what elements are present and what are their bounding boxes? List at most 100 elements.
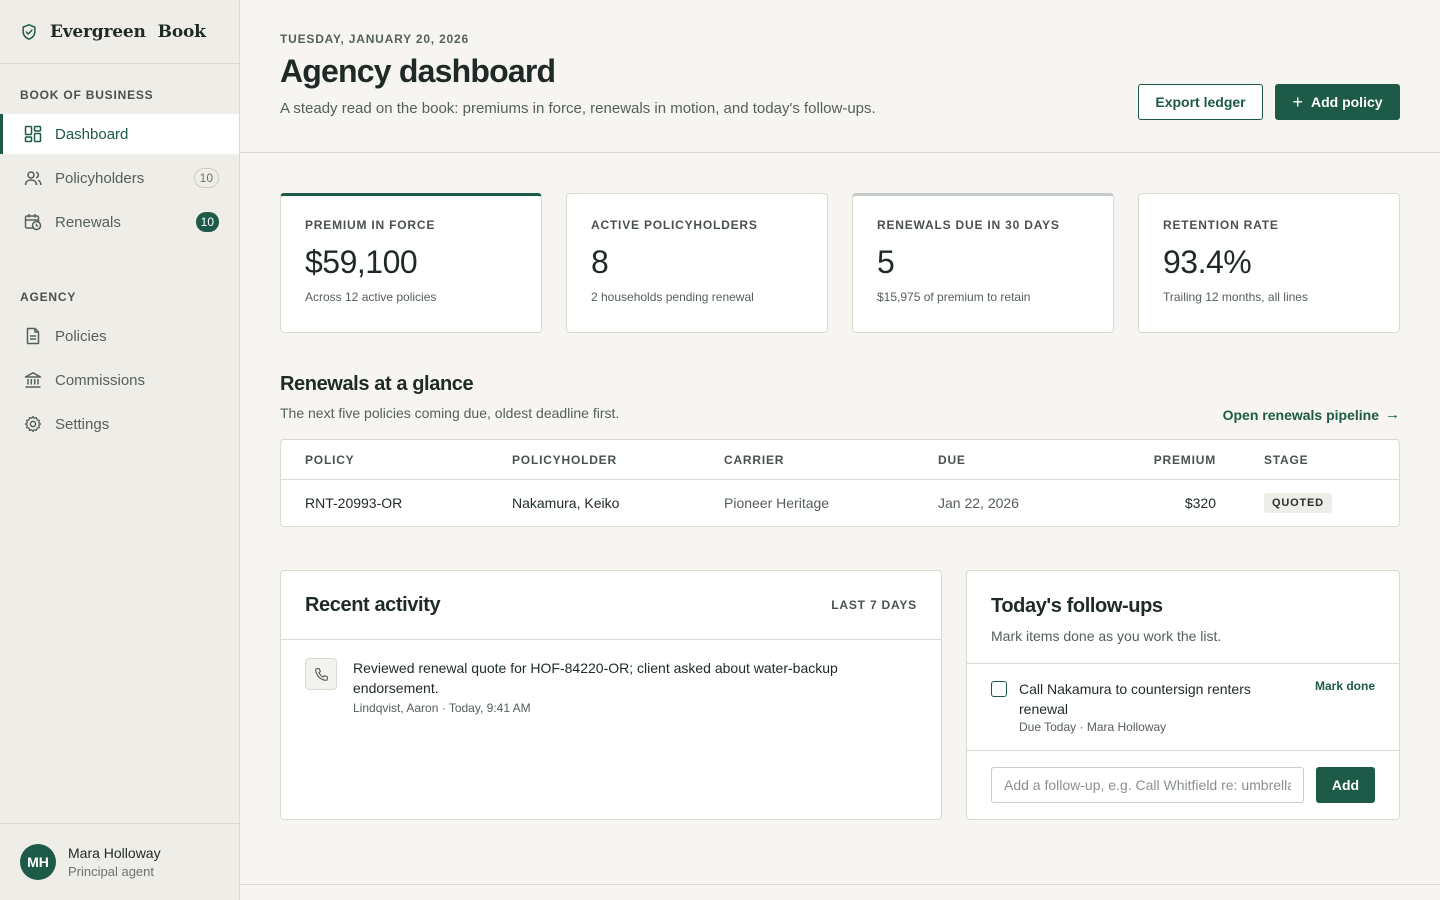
main-content: TUESDAY, JANUARY 20, 2026 Agency dashboa… [240, 0, 1440, 900]
cell-stage: QUOTED [1216, 493, 1352, 513]
sidebar-item-policyholders[interactable]: Policyholders 10 [0, 158, 239, 198]
shield-icon [20, 22, 40, 42]
users-icon [24, 169, 42, 187]
cell-premium: $320 [1184, 495, 1216, 511]
page-header: TUESDAY, JANUARY 20, 2026 Agency dashboa… [240, 0, 1440, 153]
activity-title: Recent activity [305, 593, 441, 616]
calendar-clock-icon [24, 213, 42, 231]
kpi-note: 2 households pending renewal [591, 290, 754, 304]
followup-add-row: Add [967, 751, 1399, 819]
user-role: Principal agent [68, 864, 154, 879]
followup-body: Call Nakamura to countersign renters ren… [1019, 679, 1287, 750]
brand-name-first: Evergreen [50, 21, 146, 42]
kpi-active-policyholders: ACTIVE POLICYHOLDERS 8 2 households pend… [566, 193, 828, 333]
open-renewals-pipeline-link[interactable]: Open renewals pipeline → [1223, 406, 1400, 423]
date-line: TUESDAY, JANUARY 20, 2026 [280, 32, 469, 46]
kpi-renewals-due: RENEWALS DUE IN 30 DAYS 5 $15,975 of pre… [852, 193, 1114, 333]
sidebar-item-commissions[interactable]: Commissions [0, 360, 239, 400]
sidebar-item-label: Renewals [55, 213, 121, 231]
sidebar-item-label: Commissions [55, 371, 146, 389]
column-header-carrier[interactable]: CARRIER [724, 453, 938, 467]
kpi-value: 8 [591, 244, 609, 280]
cell-carrier: Pioneer Heritage [724, 495, 830, 511]
renewals-section: Renewals at a glance The next five polic… [280, 373, 1400, 527]
cell-policy: RNT-20993-OR [305, 495, 403, 511]
user-info: Mara Holloway Principal agent [68, 845, 161, 879]
kpi-row: PREMIUM IN FORCE $59,100 Across 12 activ… [280, 193, 1400, 333]
renewals-table: POLICY POLICYHOLDER CARRIER DUE PREMIUM … [280, 439, 1400, 527]
gear-icon [24, 415, 42, 433]
dashboard-icon [24, 125, 42, 143]
activity-range[interactable]: LAST 7 DAYS [831, 598, 917, 612]
kpi-value: 93.4% [1163, 244, 1252, 280]
cell-policyholder: Nakamura, Keiko [512, 495, 620, 511]
sidebar-item-renewals[interactable]: Renewals 10 [0, 202, 239, 242]
sidebar-item-policies[interactable]: Policies [0, 316, 239, 356]
sidebar-item-label: Dashboard [55, 125, 129, 143]
kpi-label: ACTIVE POLICYHOLDERS [591, 218, 758, 232]
nav-section-agency: AGENCY Policies Commissions Settings [0, 246, 239, 444]
column-header-policyholder[interactable]: POLICYHOLDER [512, 453, 724, 467]
document-icon [24, 327, 42, 345]
nav-heading-agency: AGENCY [20, 290, 77, 304]
followups-card: Today's follow-ups Mark items done as yo… [966, 570, 1400, 820]
add-policy-label: Add policy [1310, 94, 1383, 110]
mark-done-button[interactable]: Mark done [1315, 679, 1375, 693]
followups-subtitle: Mark items done as you work the list. [991, 628, 1222, 644]
sidebar-item-label: Settings [55, 415, 110, 433]
kpi-label: RENEWALS DUE IN 30 DAYS [877, 218, 1060, 232]
sidebar-item-settings[interactable]: Settings [0, 404, 239, 444]
add-followup-button[interactable]: Add [1316, 767, 1375, 803]
pipeline-link-label: Open renewals pipeline [1222, 406, 1379, 423]
column-header-policy[interactable]: POLICY [305, 453, 512, 467]
header-actions: Export ledger + Add policy [1138, 84, 1400, 120]
footer-divider [240, 884, 1440, 885]
stage-badge: QUOTED [1264, 493, 1332, 513]
followup-input[interactable] [991, 767, 1304, 803]
bank-icon [24, 371, 42, 389]
renewals-title: Renewals at a glance [280, 373, 474, 395]
column-header-stage[interactable]: STAGE [1216, 453, 1352, 467]
table-row[interactable]: RNT-20993-OR Nakamura, Keiko Pioneer Her… [281, 480, 1399, 526]
kpi-retention-rate: RETENTION RATE 93.4% Trailing 12 months,… [1138, 193, 1400, 333]
table-header: POLICY POLICYHOLDER CARRIER DUE PREMIUM … [281, 440, 1399, 480]
cell-due: Jan 22, 2026 [938, 495, 1019, 511]
sidebar-item-dashboard[interactable]: Dashboard [0, 114, 239, 154]
kpi-label: PREMIUM IN FORCE [305, 218, 436, 232]
kpi-value: $59,100 [305, 244, 418, 280]
brand[interactable]: Evergreen Book [0, 0, 239, 64]
add-policy-button[interactable]: + Add policy [1275, 84, 1400, 120]
activity-body: Reviewed renewal quote for HOF-84220-OR;… [353, 658, 883, 715]
count-badge: 10 [193, 168, 219, 188]
kpi-value: 5 [877, 244, 895, 280]
kpi-note: Across 12 active policies [305, 290, 437, 304]
sidebar-item-label: Policyholders [55, 169, 145, 187]
nav-section-book: BOOK OF BUSINESS Dashboard Policyholders… [0, 64, 239, 242]
followups-header: Today's follow-ups Mark items done as yo… [967, 571, 1399, 664]
kpi-note: $15,975 of premium to retain [877, 290, 1031, 304]
followups-title: Today's follow-ups [991, 595, 1163, 617]
user-name: Mara Holloway [68, 845, 161, 861]
sidebar-item-label: Policies [55, 327, 107, 345]
sidebar: Evergreen Book BOOK OF BUSINESS Dashboard… [0, 0, 240, 900]
kpi-note: Trailing 12 months, all lines [1163, 290, 1308, 304]
column-header-due[interactable]: DUE [938, 453, 1078, 467]
brand-name: Evergreen Book [50, 22, 206, 42]
followup-checkbox[interactable] [991, 681, 1007, 697]
followup-meta: Due Today · Mara Holloway [1019, 720, 1167, 734]
count-badge: 10 [195, 212, 219, 232]
arrow-right-icon: → [1385, 406, 1400, 423]
activity-meta: Lindqvist, Aaron · Today, 9:41 AM [353, 701, 531, 715]
user-profile[interactable]: MH Mara Holloway Principal agent [0, 823, 239, 900]
plus-icon: + [1292, 91, 1303, 112]
kpi-premium-in-force: PREMIUM IN FORCE $59,100 Across 12 activ… [280, 193, 542, 333]
activity-text: Reviewed renewal quote for HOF-84220-OR;… [353, 660, 838, 696]
export-ledger-button[interactable]: Export ledger [1138, 84, 1263, 120]
column-header-premium[interactable]: PREMIUM [1078, 453, 1216, 467]
activity-header: Recent activity LAST 7 DAYS [281, 571, 941, 640]
avatar: MH [20, 844, 56, 880]
recent-activity-card: Recent activity LAST 7 DAYS Reviewed ren… [280, 570, 942, 820]
followup-item: Call Nakamura to countersign renters ren… [967, 664, 1399, 751]
nav-heading-book: BOOK OF BUSINESS [20, 88, 154, 102]
followup-text: Call Nakamura to countersign renters ren… [1019, 681, 1251, 717]
